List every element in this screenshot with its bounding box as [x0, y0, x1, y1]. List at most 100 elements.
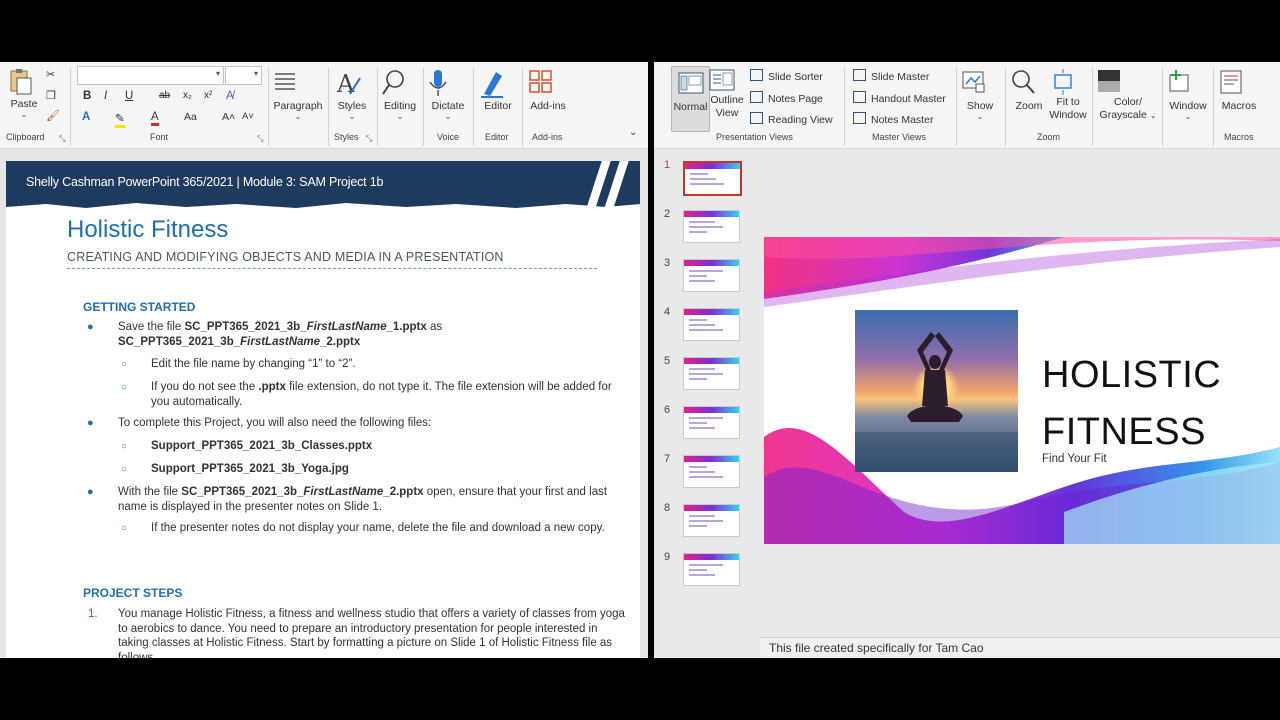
- window-icon: [1169, 70, 1189, 92]
- macros-icon: [1220, 70, 1242, 94]
- thumbnail-line: [689, 520, 723, 522]
- slide-number: 5: [664, 355, 671, 367]
- yoga-photo[interactable]: [855, 310, 1018, 472]
- paragraph-icon: [275, 73, 295, 90]
- slide-master-button[interactable]: Slide Master: [853, 69, 929, 83]
- addins-button[interactable]: Add-ins: [527, 68, 569, 112]
- chevron-down-icon: ⌄: [396, 112, 404, 121]
- current-slide[interactable]: HOLISTIC FITNESS Find Your Fit: [764, 237, 1280, 544]
- sub-bullet: ○: [121, 523, 128, 534]
- notes-pane[interactable]: This file created specifically for Tam C…: [760, 637, 1280, 658]
- editing-button[interactable]: Editing ⌄: [380, 68, 420, 121]
- powerpoint-window: Normal Outline View Slide Sorter Notes P…: [654, 62, 1280, 658]
- voice-group-label: Voice: [437, 132, 460, 142]
- shrink-font-icon[interactable]: A˅: [242, 111, 254, 122]
- clear-formatting-icon[interactable]: A̸: [226, 90, 234, 102]
- fit-to-window-button[interactable]: Fit to Window: [1049, 68, 1087, 122]
- divider: [328, 68, 329, 146]
- slide-thumbnail[interactable]: [683, 259, 740, 292]
- bold-button[interactable]: B: [83, 90, 91, 102]
- word-ribbon: Paste ⌄ ✂ ❐ 🖌 Clipboard ⤡ ▾ ▾ B I U ab x…: [0, 62, 648, 149]
- divider: [1213, 68, 1214, 146]
- styles-button[interactable]: A Styles ⌄: [332, 68, 372, 121]
- notes-page-button[interactable]: Notes Page: [750, 91, 823, 105]
- chevron-down-icon: ▾: [253, 69, 258, 78]
- format-painter-icon[interactable]: 🖌: [46, 109, 60, 123]
- cut-icon[interactable]: ✂: [46, 68, 55, 82]
- thumbnail-accent: [684, 211, 739, 217]
- chevron-down-icon: ⌄: [1149, 111, 1157, 120]
- macros-button[interactable]: Macros: [1217, 68, 1261, 112]
- slide-thumbnail[interactable]: [683, 210, 740, 243]
- slide-thumbnails-pane: 1 2 3 4 5 6 7 8 9: [654, 149, 754, 658]
- collapse-ribbon-icon[interactable]: ⌄: [629, 126, 637, 140]
- underline-button[interactable]: U: [125, 90, 133, 102]
- reading-view-icon: [750, 112, 763, 124]
- show-icon: [962, 71, 985, 93]
- thumbnail-line: [689, 427, 715, 429]
- change-case-icon[interactable]: Aa: [184, 111, 197, 123]
- slide-title[interactable]: HOLISTIC FITNESS: [1042, 354, 1222, 453]
- thumbnail-line: [689, 574, 715, 576]
- slide-title-line: HOLISTIC: [1042, 354, 1222, 396]
- outline-view-button[interactable]: Outline View: [709, 68, 745, 120]
- slide-thumbnail[interactable]: [683, 553, 740, 586]
- show-button[interactable]: Show ⌄: [960, 68, 1000, 121]
- chevron-down-icon: ⌄: [444, 112, 452, 121]
- highlight-icon[interactable]: ✎: [115, 111, 125, 128]
- dictate-button[interactable]: Dictate ⌄: [426, 68, 470, 121]
- editor-button[interactable]: Editor: [478, 68, 518, 112]
- dialog-launcher-icon[interactable]: ⤡: [257, 134, 263, 144]
- handout-master-button[interactable]: Handout Master: [853, 91, 946, 105]
- thumbnail-line: [689, 466, 707, 468]
- thumbnail-accent: [684, 309, 739, 315]
- reading-view-button[interactable]: Reading View: [750, 112, 833, 126]
- text-effects-icon[interactable]: A: [82, 111, 90, 123]
- slide-sorter-button[interactable]: Slide Sorter: [750, 69, 823, 83]
- superscript-button[interactable]: x²: [204, 90, 212, 101]
- thumbnail-line: [689, 231, 707, 233]
- slide-thumbnail[interactable]: [683, 161, 742, 196]
- paste-icon: [10, 69, 32, 95]
- dialog-launcher-icon[interactable]: ⤡: [59, 134, 65, 144]
- divider: [1005, 68, 1006, 146]
- paste-button[interactable]: Paste ⌄: [6, 66, 42, 119]
- color-grayscale-button[interactable]: Color/ Grayscale ⌄: [1095, 68, 1161, 122]
- thumbnail-accent: [684, 505, 739, 511]
- zoom-button[interactable]: Zoom: [1009, 68, 1049, 112]
- font-size-combo[interactable]: ▾: [225, 66, 262, 85]
- microphone-icon: [429, 70, 447, 96]
- strikethrough-button[interactable]: ab: [159, 90, 170, 101]
- subscript-button[interactable]: x₂: [183, 90, 192, 101]
- styles-group-label: Styles: [334, 132, 359, 142]
- thumbnail-accent: [684, 554, 739, 560]
- divider: [1092, 68, 1093, 146]
- slide-thumbnail[interactable]: [683, 504, 740, 537]
- divider: [423, 68, 424, 146]
- open-file-instruction: With the file SC_PPT365_2021_3b_FirstLas…: [118, 486, 608, 513]
- italic-button[interactable]: I: [104, 90, 107, 102]
- slide-title-line: FITNESS: [1042, 411, 1206, 453]
- slide-thumbnail[interactable]: [683, 308, 740, 341]
- slide-subtitle[interactable]: Find Your Fit: [1042, 453, 1107, 465]
- thumbnail-line: [689, 226, 723, 228]
- sub-bullet: ○: [121, 464, 128, 475]
- slide-thumbnail[interactable]: [683, 455, 740, 488]
- grow-font-icon[interactable]: A˄: [222, 111, 235, 123]
- slide-thumbnail[interactable]: [683, 357, 740, 390]
- dialog-launcher-icon[interactable]: ⤡: [366, 134, 372, 144]
- notes-master-button[interactable]: Notes Master: [853, 112, 933, 126]
- copy-icon[interactable]: ❐: [46, 89, 56, 103]
- thumbnail-line: [689, 417, 723, 419]
- document-subtitle: CREATING AND MODIFYING OBJECTS AND MEDIA…: [67, 250, 504, 264]
- slide-thumbnail[interactable]: [683, 406, 740, 439]
- font-name-combo[interactable]: ▾: [77, 66, 224, 85]
- font-color-icon[interactable]: A: [151, 111, 159, 126]
- paragraph-button[interactable]: Paragraph ⌄: [272, 68, 324, 121]
- thumbnail-accent: [685, 163, 740, 169]
- normal-view-button[interactable]: Normal: [671, 66, 710, 132]
- zoom-icon: [1012, 70, 1035, 94]
- window-button[interactable]: Window ⌄: [1166, 68, 1210, 121]
- complete-instruction: To complete this Project, you will also …: [118, 417, 432, 429]
- thumbnail-line: [689, 515, 715, 517]
